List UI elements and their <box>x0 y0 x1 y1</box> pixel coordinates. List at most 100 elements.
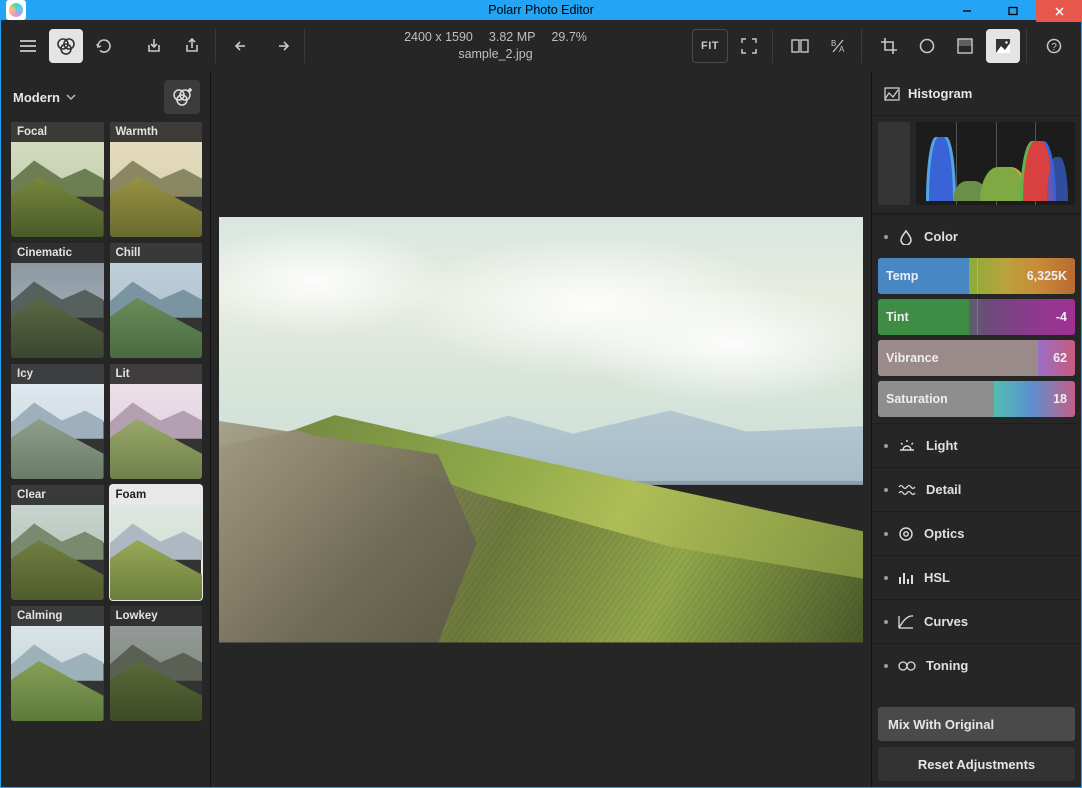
svg-text:B: B <box>831 39 836 48</box>
filename: sample_2.jpg <box>309 46 682 63</box>
filter-category-dropdown[interactable]: Modern <box>13 90 164 105</box>
filter-label: Focal <box>11 122 104 142</box>
filter-label: Lit <box>110 364 203 384</box>
slider-tint-value: -4 <box>1056 310 1067 324</box>
section-optics-label: Optics <box>924 526 964 541</box>
zoom-level: 29.7% <box>551 29 586 46</box>
sun-horizon-icon <box>898 439 916 453</box>
section-light-label: Light <box>926 438 958 453</box>
svg-text:?: ? <box>1051 42 1057 53</box>
bullet-icon <box>884 444 888 448</box>
toolbar-info: 2400 x 1590 3.82 MP 29.7% sample_2.jpg <box>309 29 682 63</box>
filter-card-lowkey[interactable]: Lowkey <box>110 606 203 721</box>
filter-card-icy[interactable]: Icy <box>11 364 104 479</box>
image-megapixels: 3.82 MP <box>489 29 536 46</box>
slider-temp-value: 6,325K <box>1027 269 1067 283</box>
filter-card-focal[interactable]: Focal <box>11 122 104 237</box>
slider-saturation-label: Saturation <box>886 392 948 406</box>
filter-card-cinematic[interactable]: Cinematic <box>11 243 104 358</box>
bullet-icon <box>884 532 888 536</box>
slider-tint[interactable]: Tint -4 <box>878 299 1075 335</box>
filter-label: Foam <box>110 485 203 505</box>
section-toning[interactable]: Toning <box>872 643 1081 687</box>
section-toning-label: Toning <box>926 658 968 673</box>
filter-card-calming[interactable]: Calming <box>11 606 104 721</box>
section-curves[interactable]: Curves <box>872 599 1081 643</box>
window-close-button[interactable] <box>1036 0 1082 22</box>
slider-vibrance[interactable]: Vibrance 62 <box>878 340 1075 376</box>
window-minimize-button[interactable] <box>944 0 990 22</box>
section-detail[interactable]: Detail <box>872 467 1081 511</box>
section-color-label: Color <box>924 229 958 244</box>
app-title: Polarr Photo Editor <box>0 3 1082 17</box>
filter-label: Icy <box>11 364 104 384</box>
histogram-black-clip[interactable] <box>878 122 910 205</box>
lens-icon <box>898 526 914 542</box>
histogram-label: Histogram <box>908 86 972 101</box>
adjustments-sidebar: Histogram <box>871 72 1081 787</box>
filter-label: Clear <box>11 485 104 505</box>
radial-mask-button[interactable] <box>910 29 944 63</box>
filter-card-foam[interactable]: Foam <box>110 485 203 600</box>
waves-icon <box>898 484 916 496</box>
droplet-icon <box>898 229 914 245</box>
slider-saturation[interactable]: Saturation 18 <box>878 381 1075 417</box>
window-titlebar: Polarr Photo Editor <box>0 0 1082 20</box>
crop-button[interactable] <box>872 29 906 63</box>
section-optics[interactable]: Optics <box>872 511 1081 555</box>
filter-label: Lowkey <box>110 606 203 626</box>
slider-temp-label: Temp <box>886 269 918 283</box>
history-button[interactable] <box>87 29 121 63</box>
section-color[interactable]: Color <box>872 214 1081 258</box>
image-preview <box>219 217 863 643</box>
add-filter-button[interactable] <box>164 80 200 114</box>
chevron-down-icon <box>66 93 76 101</box>
svg-text:A: A <box>839 45 845 54</box>
slider-saturation-value: 18 <box>1053 392 1067 406</box>
help-button[interactable]: ? <box>1037 29 1071 63</box>
fullscreen-button[interactable] <box>732 29 766 63</box>
export-button[interactable] <box>175 29 209 63</box>
filters-sidebar: Modern Focal Warmth Cinematic Chill Icy Lit Cl… <box>1 72 211 787</box>
slider-vibrance-label: Vibrance <box>886 351 939 365</box>
reset-adjustments-button[interactable]: Reset Adjustments <box>878 747 1075 781</box>
app-icon <box>6 0 26 20</box>
section-curves-label: Curves <box>924 614 968 629</box>
toning-icon <box>898 660 916 672</box>
filter-label: Calming <box>11 606 104 626</box>
bullet-icon <box>884 488 888 492</box>
image-preview-area[interactable] <box>211 72 871 787</box>
filter-card-warmth[interactable]: Warmth <box>110 122 203 237</box>
fit-button[interactable]: FIT <box>692 29 728 63</box>
section-light[interactable]: Light <box>872 423 1081 467</box>
filter-label: Cinematic <box>11 243 104 263</box>
compare-side-button[interactable] <box>783 29 817 63</box>
slider-tint-label: Tint <box>886 310 909 324</box>
adjustments-panel-button[interactable] <box>986 29 1020 63</box>
bullet-icon <box>884 620 888 624</box>
undo-button[interactable] <box>226 29 260 63</box>
section-detail-label: Detail <box>926 482 961 497</box>
window-maximize-button[interactable] <box>990 0 1036 22</box>
image-dimensions: 2400 x 1590 <box>404 29 473 46</box>
filter-card-lit[interactable]: Lit <box>110 364 203 479</box>
histogram-icon <box>884 87 900 101</box>
slider-temp[interactable]: Temp 6,325K <box>878 258 1075 294</box>
filter-card-chill[interactable]: Chill <box>110 243 203 358</box>
filter-category-label: Modern <box>13 90 60 105</box>
section-hsl-label: HSL <box>924 570 950 585</box>
slider-vibrance-value: 62 <box>1053 351 1067 365</box>
section-hsl[interactable]: HSL <box>872 555 1081 599</box>
filters-panel-button[interactable] <box>49 29 83 63</box>
redo-button[interactable] <box>264 29 298 63</box>
mix-with-original-button[interactable]: Mix With Original <box>878 707 1075 741</box>
histogram[interactable] <box>872 116 1081 214</box>
import-button[interactable] <box>137 29 171 63</box>
menu-button[interactable] <box>11 29 45 63</box>
filter-label: Warmth <box>110 122 203 142</box>
before-after-button[interactable]: BA <box>821 29 855 63</box>
gradient-mask-button[interactable] <box>948 29 982 63</box>
bullet-icon <box>884 664 888 668</box>
bullet-icon <box>884 576 888 580</box>
filter-card-clear[interactable]: Clear <box>11 485 104 600</box>
